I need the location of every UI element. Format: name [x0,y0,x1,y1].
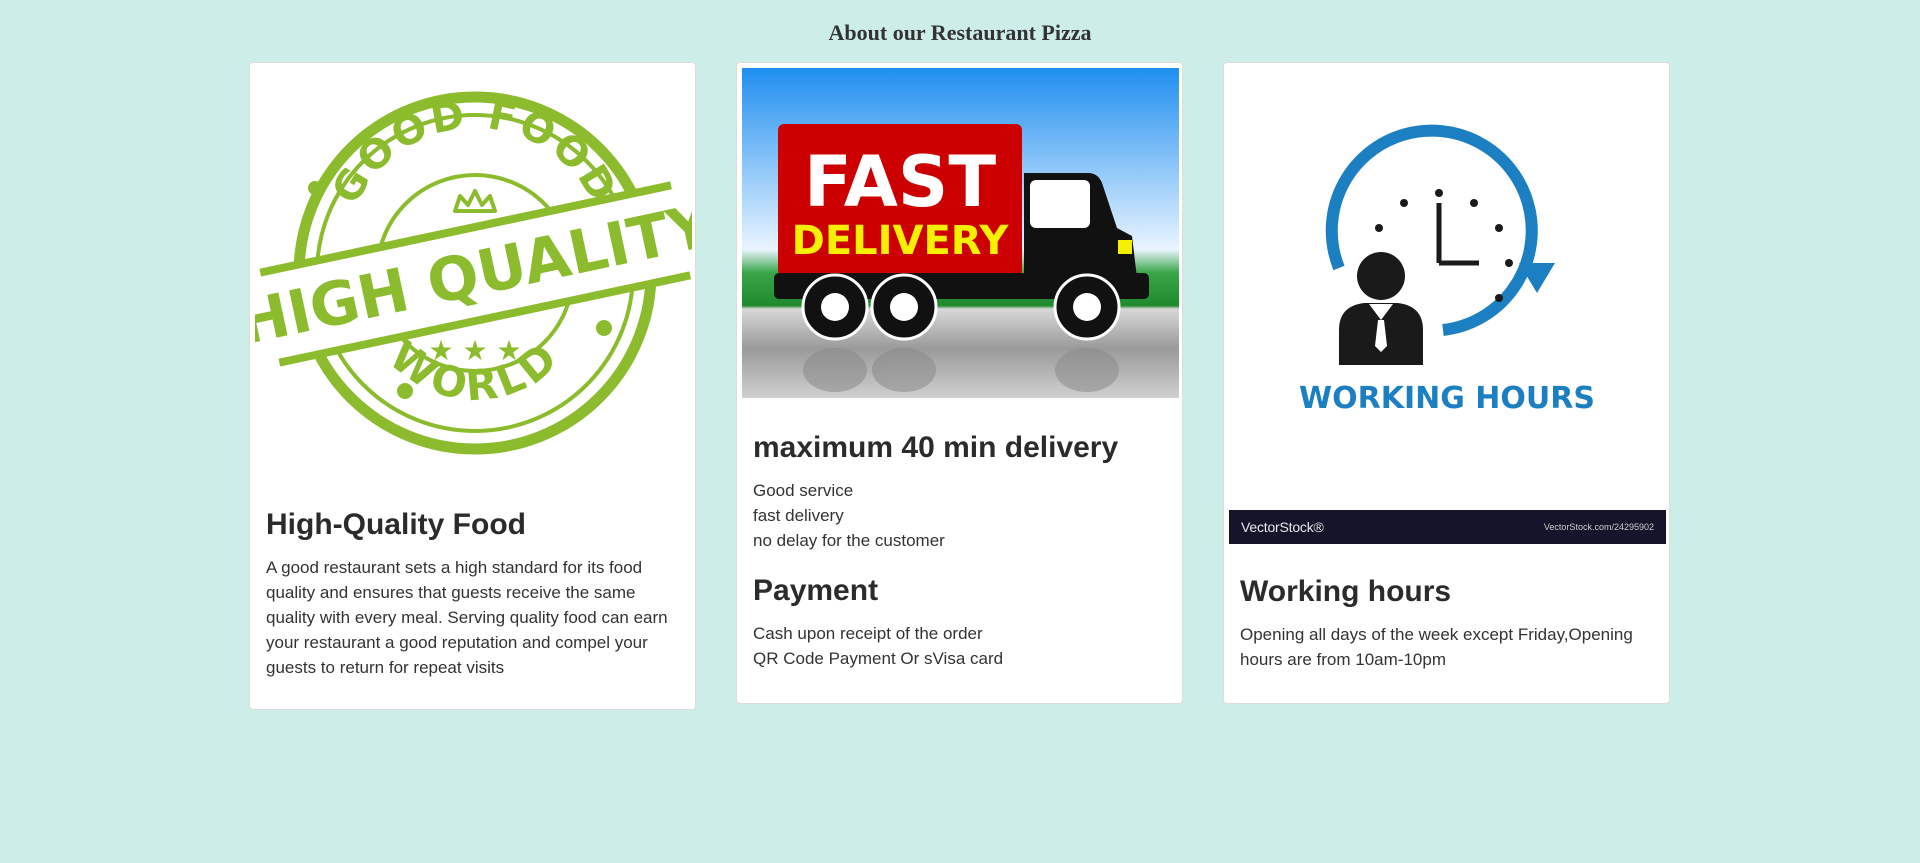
working-hours-image-text: WORKING HOURS [1299,381,1595,416]
card-working-hours: WORKING HOURS VectorStock® VectorStock.c… [1223,62,1670,704]
working-hours-clock-icon: WORKING HOURS VectorStock® VectorStock.c… [1229,68,1666,548]
payment-lines: Cash upon receipt of the order QR Code P… [753,621,1168,671]
card-title: High-Quality Food [266,508,526,541]
svg-text:★ ★ ★: ★ ★ ★ [428,334,521,367]
card-body: High-Quality Food A good restaurant sets… [266,507,681,680]
page-title: About our Restaurant Pizza [828,20,1092,45]
vectorstock-watermark: VectorStock® VectorStock.com/24295902 [1229,510,1666,544]
card-title: Working hours [1240,575,1452,608]
line-cash: Cash upon receipt of the order [753,624,983,643]
fast-delivery-truck-icon: FAST DELIVERY [742,68,1179,398]
line-good-service: Good service [753,481,854,500]
line-qr-visa: QR Code Payment Or sVisa card [753,649,1004,668]
line-fast-delivery: fast delivery [753,506,844,525]
card-delivery: FAST DELIVERY maximum 40 min delivery Go… [736,62,1183,704]
card-description: Opening all days of the week except Frid… [1240,625,1633,669]
card-lines: Good service fast delivery no delay for … [753,478,1168,553]
good-food-high-quality-stamp-icon: GOOD FOOD WORLD HIGH QUALITY ★ ★ ★ [255,68,692,468]
line-no-delay: no delay for the customer [753,531,945,550]
card-title: maximum 40 min delivery [753,431,1119,464]
card-body: maximum 40 min delivery Good service fas… [753,430,1168,671]
card-body: Working hours Opening all days of the we… [1240,574,1655,672]
fast-text: FAST [804,141,996,223]
payment-title: Payment [753,574,879,607]
vectorstock-logo: VectorStock® [1241,519,1324,535]
vectorstock-url: VectorStock.com/24295902 [1543,522,1654,532]
delivery-text: DELIVERY [792,218,1010,264]
card-high-quality-food: GOOD FOOD WORLD HIGH QUALITY ★ ★ ★ High-… [249,62,696,710]
card-description: A good restaurant sets a high standard f… [266,558,668,677]
